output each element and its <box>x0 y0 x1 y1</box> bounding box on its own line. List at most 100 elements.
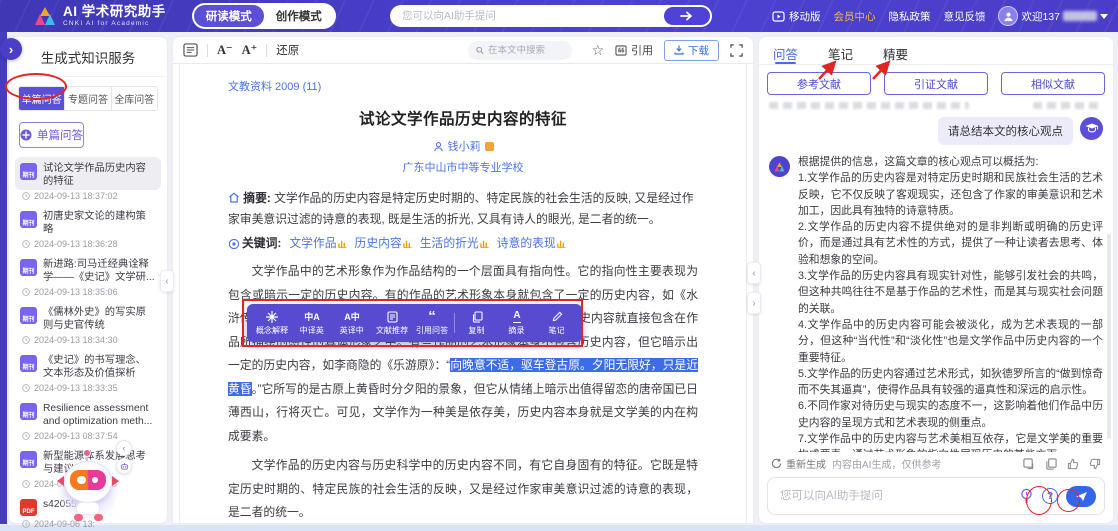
clock-icon <box>22 384 30 392</box>
restore-button[interactable]: 还原 <box>276 42 299 58</box>
welcome-text: 欢迎137 <box>1021 9 1060 24</box>
list-item[interactable]: 期刊 Resilience assessment and optimizatio… <box>15 397 161 430</box>
cite-icon <box>615 45 627 56</box>
concept-explain-button[interactable]: 概念解释 <box>252 310 292 336</box>
keyword-link[interactable]: 生活的折光 <box>420 233 489 254</box>
panel-collapse-left-handle[interactable]: ‹ <box>747 262 761 284</box>
tab-topic-qa[interactable]: 专题问答 <box>65 87 111 110</box>
sidebar-toggle-button[interactable]: › <box>0 38 22 60</box>
list-item[interactable]: 期刊 试论文学作品历史内容的特征 <box>15 157 161 190</box>
list-item[interactable]: 期刊 新进路:司马迁经典诠释学——《史记》文学研... <box>15 253 161 286</box>
assistant-tabs: 问答 笔记 精要 <box>759 37 1113 65</box>
tab-create-mode[interactable]: 创作模式 <box>264 5 334 27</box>
citation-qa-button[interactable]: “ 引用问答 <box>412 310 452 336</box>
item-date: 2024-09-13 18:33:35 <box>15 382 161 397</box>
outline-view-icon[interactable] <box>183 43 198 57</box>
topbar-send-button[interactable] <box>664 7 710 25</box>
excerpt-button[interactable]: A 摘录 <box>497 310 537 336</box>
user-menu[interactable]: 欢迎137 <box>998 6 1108 26</box>
thumbs-down-icon[interactable] <box>1089 458 1101 470</box>
member-center-link[interactable]: 会员中心 <box>833 9 875 24</box>
font-smaller-button[interactable]: A⁻ <box>217 42 233 58</box>
help-question-icon[interactable]: ? <box>1042 488 1058 504</box>
note-button[interactable]: 笔记 <box>537 310 577 336</box>
similar-docs-button[interactable]: 相似文献 <box>1001 72 1105 95</box>
cite-button[interactable]: 引用 <box>615 42 653 58</box>
affiliation[interactable]: 广东中山市中等专业学校 <box>228 159 698 175</box>
journal-badge-icon: 期刊 <box>20 163 37 180</box>
clock-icon <box>22 192 30 200</box>
new-single-qa-button[interactable]: 单篇问答 <box>19 122 84 148</box>
panel-collapse-right-handle[interactable]: › <box>747 292 761 314</box>
tab-essence[interactable]: 精要 <box>883 44 908 64</box>
copy-button[interactable]: 复制 <box>457 310 497 336</box>
prompt-ideas-bulb-icon[interactable] <box>1019 488 1034 505</box>
list-item[interactable]: 期刊 《史记》的书写理念、文本形态及价值探析 <box>15 349 161 382</box>
download-button[interactable]: 下载 <box>664 40 719 61</box>
tab-library-qa[interactable]: 全库问答 <box>112 87 157 110</box>
keyword-link[interactable]: 历史内容 <box>355 233 412 254</box>
thumbs-up-icon[interactable] <box>1067 458 1079 470</box>
save-to-note-icon[interactable] <box>1023 458 1035 470</box>
privacy-policy-link[interactable]: 隐私政策 <box>888 9 930 24</box>
list-item[interactable]: 期刊 新型能源体系发展思考与建议 <box>15 445 161 478</box>
sparkle-icon <box>266 311 278 323</box>
journal-source-link[interactable]: 文教资料 2009 (11) <box>228 78 698 94</box>
regenerate-button[interactable]: 重新生成 <box>771 456 826 471</box>
favorite-star-icon[interactable]: ☆ <box>591 42 604 59</box>
feedback-link[interactable]: 意见反馈 <box>943 9 985 24</box>
copy-answer-icon[interactable] <box>1045 458 1057 470</box>
sidebar-collapse-handle[interactable]: ‹ <box>160 270 174 292</box>
document-list: 期刊 试论文学作品历史内容的特征 2024-09-13 18:37:02 期刊 … <box>9 157 167 531</box>
topbar-links: 移动版 会员中心 隐私政策 意见反馈 欢迎137 <box>772 6 1108 26</box>
document-page: 文教资料 2009 (11) 试论文学作品历史内容的特征 钱小莉 广东中山市中等… <box>179 64 747 524</box>
app-root: AI 学术研究助手 CNKI AI for Academic 研读模式 创作模式 <box>0 0 1118 531</box>
assistant-send-button[interactable] <box>1066 486 1096 507</box>
author-name[interactable]: 钱小莉 <box>448 138 481 154</box>
abstract-home-icon <box>228 192 240 203</box>
user-message: 请总结本文的核心观点 <box>769 117 1103 145</box>
item-date: 2024-09-11 13:48:45 <box>15 478 161 493</box>
in-document-search-input[interactable] <box>488 45 564 56</box>
document-panel: A⁻ A⁺ 还原 ☆ 引用 <box>172 36 754 524</box>
tab-read-mode[interactable]: 研读模式 <box>194 5 264 27</box>
list-item[interactable]: PDF s42055-0 <box>15 493 161 518</box>
font-larger-button[interactable]: A⁺ <box>242 42 258 58</box>
references-button[interactable]: 参考文献 <box>767 72 871 95</box>
keyword-link[interactable]: 诗意的表现 <box>497 233 566 254</box>
citations-button[interactable]: 引证文献 <box>884 72 988 95</box>
document-toolbar: A⁻ A⁺ 还原 ☆ 引用 <box>173 37 753 64</box>
keyword-link[interactable]: 文学作品 <box>289 233 346 254</box>
keywords-row: 关键词: 文学作品 历史内容 生活的折光 诗意的表现 <box>228 233 698 254</box>
assistant-shortcut-button[interactable] <box>116 458 132 474</box>
answer-footer: 重新生成 内容由AI生成，仅供参考 <box>759 452 1113 473</box>
panel-scrollbar[interactable] <box>1107 234 1111 439</box>
chart-icon <box>403 239 412 248</box>
fullscreen-icon[interactable] <box>730 44 743 57</box>
translate-en-to-cn-button[interactable]: A中 英译中 <box>332 310 372 336</box>
item-date: 2024-09-06 13: <box>15 518 161 531</box>
brand: AI 学术研究助手 CNKI AI for Academic <box>34 5 166 27</box>
clock-icon <box>22 520 30 528</box>
abstract: 摘要: 文学作品的历史内容是特定历史时期的、特定民族的社会生活的反映, 又是经过… <box>228 188 698 230</box>
mobile-version-link[interactable]: 移动版 <box>772 9 821 24</box>
mascot-collapse-button[interactable]: ‹ <box>116 440 132 456</box>
chart-icon <box>557 239 566 248</box>
tab-qa[interactable]: 问答 <box>773 44 798 64</box>
topbar-search-input[interactable] <box>390 10 664 22</box>
assistant-panel: 问答 笔记 精要 参考文献 引证文献 相似文献 请总结本文的核心观点 <box>758 36 1114 524</box>
tab-single-doc-qa[interactable]: 单篇问答 <box>19 87 65 110</box>
journal-badge-icon: 期刊 <box>20 355 37 372</box>
tab-notes[interactable]: 笔记 <box>828 44 853 64</box>
message-area: 请总结本文的核心观点 根据提供的信息，这 <box>759 109 1113 452</box>
list-item[interactable]: 期刊 初唐史家文论的建构策略 <box>15 205 161 238</box>
list-item[interactable]: 期刊 《儒林外史》的写实原则与史官传统 <box>15 301 161 334</box>
bottom-edge-strip <box>0 525 1118 531</box>
journal-badge-icon: 期刊 <box>20 307 37 324</box>
cnki-logo-icon <box>34 6 56 26</box>
literature-recommend-button[interactable]: 文献推荐 <box>372 310 412 336</box>
chart-icon <box>480 239 489 248</box>
app-subtitle: CNKI AI for Academic <box>63 20 166 27</box>
assistant-question-input[interactable] <box>780 490 1011 502</box>
translate-cn-to-en-button[interactable]: 中A 中译英 <box>292 310 332 336</box>
